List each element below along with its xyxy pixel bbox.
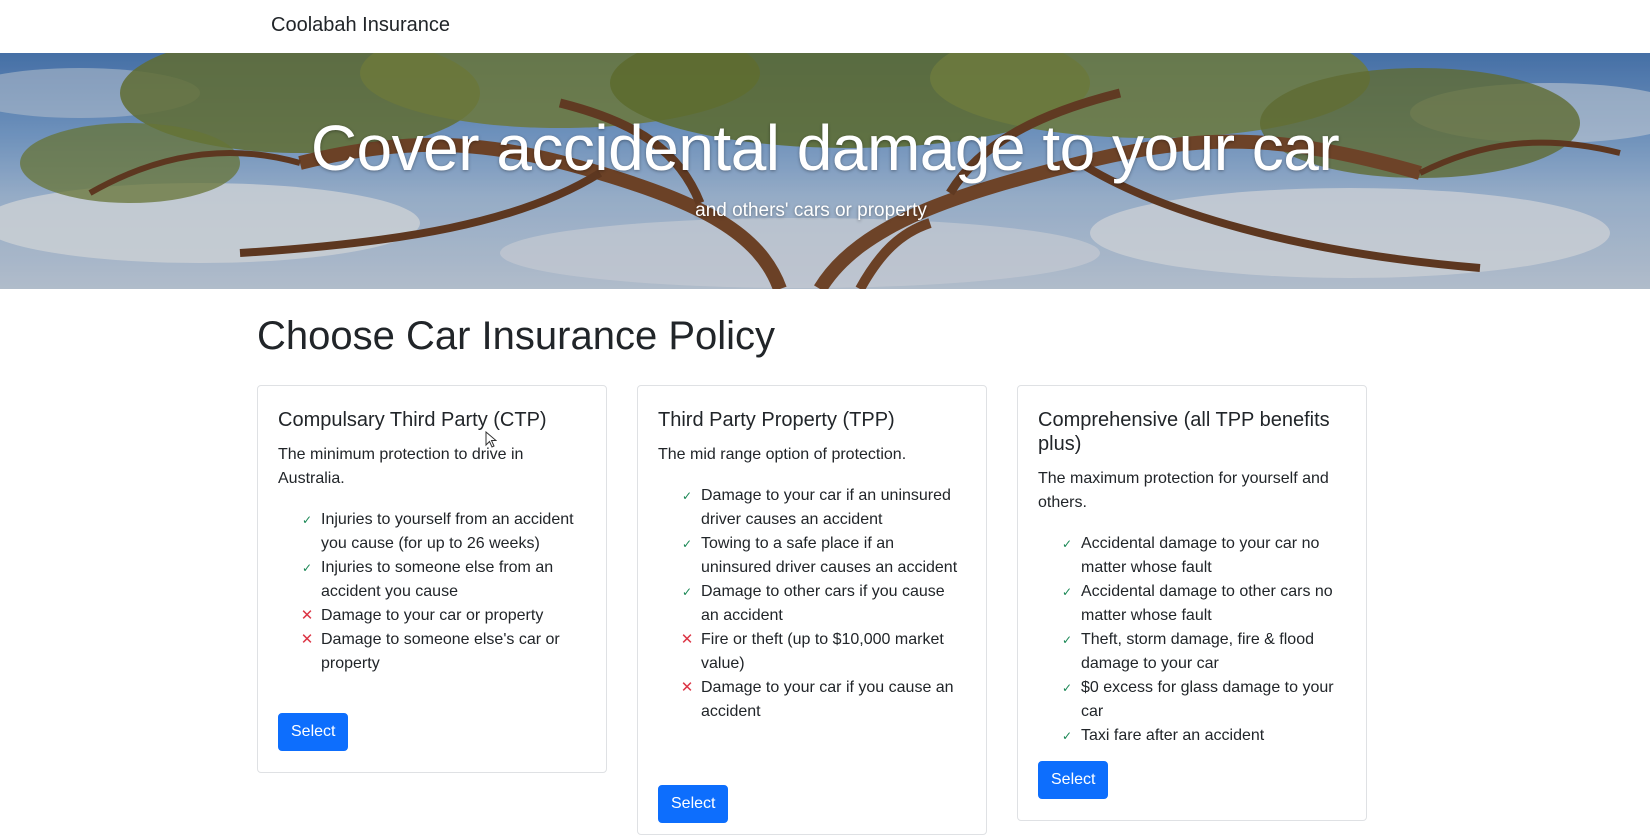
feature-item: ✓ Damage to other cars if you cause an ac… — [682, 580, 961, 628]
feature-item: ✕ Fire or theft (up to $10,000 market val… — [681, 628, 961, 676]
check-icon: ✓ — [681, 537, 693, 551]
navbar: Coolabah Insurance — [0, 0, 1650, 53]
cross-icon: ✕ — [300, 631, 314, 648]
feature-item: ✕ Damage to your car or property — [301, 604, 581, 628]
check-icon: ✓ — [1061, 729, 1073, 743]
check-icon: ✓ — [681, 585, 693, 599]
hero-title: Cover accidental damage to your car — [310, 112, 1340, 184]
feature-item: ✕ Damage to your car if you cause an acci… — [681, 676, 961, 724]
feature-item: ✕ Damage to someone else's car or propert… — [301, 628, 581, 676]
select-ctp-button[interactable]: Select — [278, 713, 349, 751]
select-comprehensive-button[interactable]: Select — [1038, 761, 1109, 799]
policy-title: Third Party Property (TPP) — [658, 409, 895, 431]
policy-card-tpp: Third Party Property (TPP) The mid range… — [637, 385, 987, 835]
feature-item: ✓ Taxi fare after an accident — [1062, 724, 1341, 748]
feature-list: ✓ Injuries to yourself from an accident y… — [301, 508, 581, 676]
brand-link[interactable]: Coolabah Insurance — [271, 14, 450, 37]
check-icon: ✓ — [1061, 585, 1073, 599]
policy-description: The mid range option of protection. — [658, 446, 907, 463]
hero-banner: Cover accidental damage to your car and … — [0, 53, 1650, 289]
select-tpp-button[interactable]: Select — [658, 785, 729, 823]
policy-title: Compulsary Third Party (CTP) — [278, 409, 547, 431]
policy-card-ctp: Compulsary Third Party (CTP) The minimum… — [257, 385, 607, 773]
check-icon: ✓ — [681, 489, 693, 503]
policy-description: The maximum protection for yourself and … — [1038, 470, 1329, 511]
feature-list: ✓ Damage to your car if an uninsured driv… — [681, 484, 961, 724]
feature-item: ✓ Theft, storm damage, fire & flood damag… — [1062, 628, 1341, 676]
cross-icon: ✕ — [300, 607, 314, 624]
feature-item: ✓ Accidental damage to other cars no matt… — [1062, 580, 1341, 628]
check-icon: ✓ — [1061, 633, 1073, 647]
hero-subtitle: and others' cars or property — [695, 200, 927, 221]
feature-item: ✓ Damage to your car if an uninsured driv… — [682, 484, 961, 532]
policy-description: The minimum protection to drive in Austr… — [278, 446, 524, 487]
policy-card-comprehensive: Comprehensive (all TPP benefits plus) Th… — [1017, 385, 1367, 821]
check-icon: ✓ — [1061, 537, 1073, 551]
cross-icon: ✕ — [680, 679, 694, 696]
feature-list: ✓ Accidental damage to your car no matter… — [1062, 532, 1341, 748]
policy-title: Comprehensive (all TPP benefits plus) — [1038, 409, 1330, 455]
feature-item: ✓ Accidental damage to your car no matter… — [1062, 532, 1341, 580]
feature-item: ✓ $0 excess for glass damage to your car — [1062, 676, 1341, 724]
check-icon: ✓ — [301, 513, 313, 527]
cross-icon: ✕ — [680, 631, 694, 648]
feature-item: ✓ Injuries to yourself from an accident y… — [302, 508, 581, 556]
mouse-cursor-icon — [485, 431, 497, 448]
check-icon: ✓ — [1061, 681, 1073, 695]
page-title: Choose Car Insurance Policy — [257, 314, 776, 358]
feature-item: ✓ Towing to a safe place if an uninsured … — [682, 532, 961, 580]
feature-item: ✓ Injuries to someone else from an accide… — [302, 556, 581, 604]
check-icon: ✓ — [301, 561, 313, 575]
